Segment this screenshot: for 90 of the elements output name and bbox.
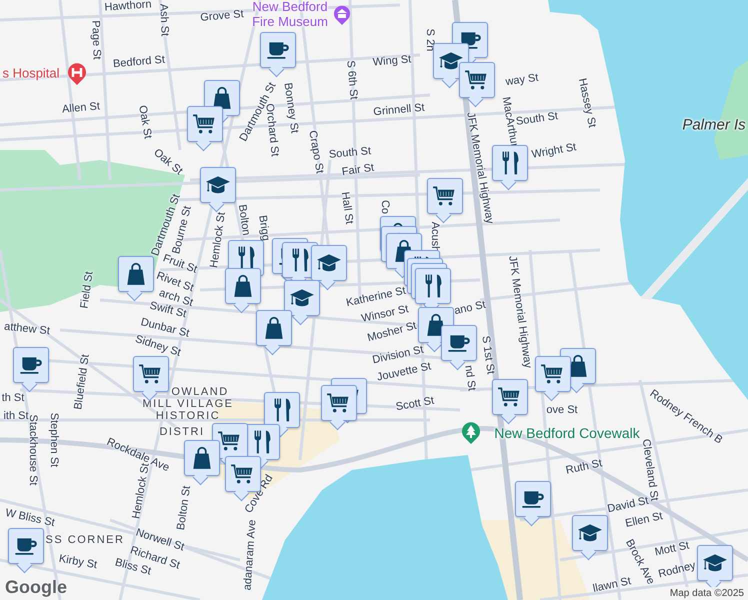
- street-label: Scott St: [394, 394, 436, 414]
- street-map[interactable]: [0, 0, 748, 600]
- street-label: Bonney St: [282, 82, 300, 134]
- map-marker[interactable]: [184, 440, 220, 483]
- street-label: Stephen St: [48, 412, 60, 468]
- street-label: Co: [379, 200, 391, 214]
- district-label: OWLAND: [171, 386, 229, 398]
- park-label: New Bedford Covewalk: [494, 425, 640, 441]
- street-label: South St: [515, 110, 559, 128]
- street-label: Hall St: [338, 191, 356, 225]
- street-label: Hemlock St: [130, 462, 152, 520]
- map-marker[interactable]: [118, 256, 154, 299]
- hospital-label: s Hospital: [2, 66, 60, 80]
- street-label: Ash St: [157, 4, 171, 36]
- street-label: Field St: [78, 270, 96, 310]
- street-label: S 2n: [424, 28, 436, 52]
- street-label: Mott St: [654, 540, 690, 558]
- map-marker[interactable]: [8, 528, 44, 571]
- map-marker[interactable]: [697, 545, 733, 588]
- district-label: SS CORNER: [46, 534, 124, 546]
- map-marker[interactable]: [427, 178, 463, 221]
- map-marker[interactable]: [492, 379, 528, 422]
- street-label: atthew St: [4, 320, 50, 338]
- map-marker[interactable]: [321, 385, 357, 428]
- street-label: Bluefield St: [72, 354, 92, 410]
- street-label: JFK Memorial Highway: [506, 255, 534, 369]
- fork-knife-icon: [254, 430, 270, 454]
- district-label: MILL VILLAGE: [142, 398, 234, 410]
- street-label: Page St: [89, 20, 103, 60]
- hospital-icon[interactable]: [66, 62, 88, 86]
- district-label: HISTORIC: [156, 410, 220, 422]
- map-marker[interactable]: [256, 310, 292, 353]
- street-label: adanaram Ave: [242, 519, 258, 591]
- street-label: S 6th St: [344, 60, 360, 100]
- street-label: Hemlock St: [208, 211, 228, 269]
- map-marker[interactable]: [260, 32, 296, 75]
- fork-knife-icon: [502, 151, 518, 175]
- map-marker[interactable]: [284, 280, 320, 323]
- district-label: DISTRI: [159, 426, 205, 438]
- map-marker[interactable]: [572, 515, 608, 558]
- street-label: Wing St: [372, 53, 412, 69]
- tree-icon[interactable]: [460, 421, 482, 445]
- street-label: ith St: [3, 410, 29, 422]
- street-label: Bedford St: [112, 54, 166, 70]
- logo[interactable]: Google: [5, 577, 67, 598]
- street-label: Stackhouse St: [27, 414, 39, 486]
- fork-knife-icon: [238, 246, 254, 270]
- street-label: Grinnell St: [372, 102, 426, 118]
- street-label: South St: [328, 145, 372, 161]
- street-label: Hassey St: [576, 77, 598, 129]
- fork-knife-icon: [292, 248, 308, 272]
- map-marker[interactable]: [225, 268, 261, 311]
- street-label: Brigg: [256, 214, 272, 242]
- street-label: W Bliss St: [4, 506, 56, 530]
- island-label: Palmer Is: [682, 116, 746, 134]
- street-label: th St: [2, 392, 24, 404]
- street-label: Bolton: [236, 204, 252, 236]
- street-label: Rodney: [657, 560, 697, 580]
- street-label: Crapo St: [306, 130, 326, 174]
- street-label: Wright St: [530, 141, 578, 161]
- museum-icon[interactable]: [332, 4, 352, 26]
- street-label: llawn St: [592, 575, 632, 595]
- map-marker[interactable]: [187, 106, 223, 149]
- street-label: nd St: [462, 364, 478, 392]
- map-marker[interactable]: [13, 347, 49, 390]
- street-label: JFK Memorial Highway: [464, 111, 496, 225]
- street-label: way St: [504, 72, 540, 88]
- fork-knife-icon: [274, 398, 290, 422]
- map-marker[interactable]: [535, 356, 571, 399]
- street-label: Bolton St: [174, 485, 194, 531]
- street-label: Fair St: [341, 162, 375, 178]
- map-marker[interactable]: [311, 245, 347, 288]
- museum-label: New Bedford Fire Museum: [251, 0, 329, 29]
- street-label: Ruth St: [564, 457, 604, 477]
- street-label: Oak St: [136, 104, 154, 140]
- street-label: Allen St: [62, 100, 100, 116]
- map-marker[interactable]: [200, 167, 236, 210]
- street-label: S 1st St: [479, 335, 497, 375]
- street-label: Oak St: [151, 146, 185, 178]
- map-marker[interactable]: [459, 62, 495, 105]
- map-marker[interactable]: [515, 481, 551, 524]
- street-label: ano St: [453, 298, 487, 318]
- map-marker[interactable]: [492, 145, 528, 188]
- map-marker[interactable]: [264, 392, 300, 435]
- fork-knife-icon: [424, 274, 442, 298]
- street-label: Kirby St: [58, 552, 98, 572]
- map-marker[interactable]: [133, 356, 169, 399]
- street-label: Grove St: [200, 8, 244, 24]
- street-label: ove St: [546, 404, 578, 416]
- street-label: Mosher St: [366, 320, 418, 344]
